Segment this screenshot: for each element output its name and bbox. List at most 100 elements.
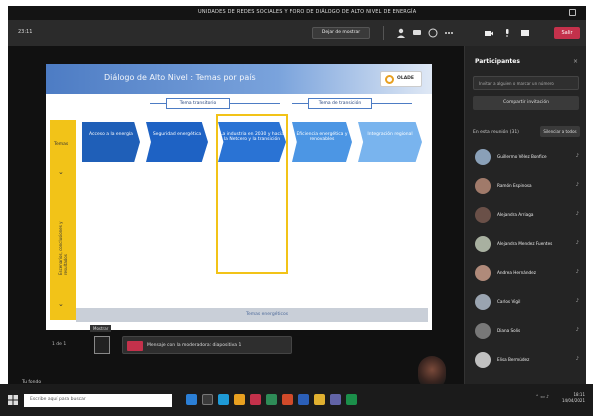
window-title: UNIDADES DE REDES SOCIALES Y FORO DE DIÁ…	[198, 9, 417, 15]
title-bar: UNIDADES DE REDES SOCIALES Y FORO DE DIÁ…	[8, 6, 586, 20]
browser-icon[interactable]	[218, 394, 229, 405]
share-tray-icon[interactable]	[520, 28, 530, 38]
live-badge-icon	[127, 341, 143, 351]
slide-title: Diálogo de Alto Nivel : Temas por país	[104, 73, 256, 82]
system-tray[interactable]: ⌃ ▭ ♪	[535, 395, 549, 400]
edge-icon[interactable]	[202, 394, 213, 405]
leave-button[interactable]: Salir	[554, 27, 580, 39]
more-options-icon[interactable]	[444, 28, 454, 38]
microphone-icon: ♪	[575, 356, 579, 362]
microphone-icon: ♪	[575, 153, 579, 159]
microphone-icon: ♪	[575, 240, 579, 246]
chevron-down-icon: ⌄	[58, 168, 64, 176]
shared-content-stage: Diálogo de Alto Nivel : Temas por país O…	[8, 46, 464, 404]
stage-box-5: Integración regional	[358, 122, 422, 162]
participants-icon[interactable]	[396, 28, 406, 38]
logo-text: OLADE	[397, 76, 414, 81]
left-strip-label: Temas	[54, 142, 69, 147]
file-explorer-icon[interactable]	[234, 394, 245, 405]
word-icon[interactable]	[298, 394, 309, 405]
toolbar-divider	[383, 26, 384, 40]
participant-name: Guillermo Vélez Bonfice	[497, 154, 547, 159]
avatar	[475, 236, 491, 252]
avatar	[475, 323, 491, 339]
slide-bottom-bar: Temas energéticos	[76, 308, 428, 322]
close-icon[interactable]: ×	[573, 58, 578, 65]
avatar	[475, 294, 491, 310]
participant-name: Andrea Hernández	[497, 270, 536, 275]
window-restore-icon[interactable]	[569, 9, 576, 16]
participant-row[interactable]: Guillermo Vélez Bonfice ♪	[471, 144, 583, 173]
bottom-bar-label: Temas energéticos	[246, 312, 289, 317]
participant-row[interactable]: Andrea Hernández ♪	[471, 260, 583, 289]
participant-name: Alejandra Arriaga	[497, 212, 534, 217]
stage-box-2: Seguridad energética	[146, 122, 208, 162]
presenter-controls: 1 de 1 Mensaje con la moderadora: diapos…	[44, 334, 424, 358]
meeting-window: UNIDADES DE REDES SOCIALES Y FORO DE DIÁ…	[8, 6, 586, 404]
participant-name: Elisa Bermúdez	[497, 357, 530, 362]
microphone-icon: ♪	[575, 298, 579, 304]
stage-box-1: Acceso a la energía	[82, 122, 140, 162]
tooltip: Mostrar	[90, 325, 112, 332]
participant-row[interactable]: Alejandra Mendez Fuentes ♪	[471, 231, 583, 260]
shared-slide: Diálogo de Alto Nivel : Temas por país O…	[46, 64, 432, 330]
participant-name: Diana Solis	[497, 328, 521, 333]
left-strip: Temas ⌄ Escenarios, conclusiones y resul…	[50, 120, 76, 320]
bracket-label-left: Tema transitorio	[166, 98, 230, 109]
participant-row[interactable]: Elisa Bermúdez ♪	[471, 347, 583, 376]
microphone-icon: ♪	[575, 269, 579, 275]
participant-row[interactable]: Carlos Vigil ♪	[471, 289, 583, 318]
task-view-icon[interactable]	[186, 394, 197, 405]
bracket-label-right: Tema de transición	[308, 98, 372, 109]
panel-title: Participantes	[475, 58, 520, 65]
left-vertical-label: Escenarios, conclusiones y resultados	[58, 221, 68, 275]
chevron-down-icon: ⌄	[58, 300, 64, 308]
participant-row[interactable]: Diana Solis ♪	[471, 318, 583, 347]
presenter-message-text: Mensaje con la moderadora: diapositiva 1	[147, 343, 242, 348]
folder-icon[interactable]	[314, 394, 325, 405]
share-invite-button[interactable]: Compartir invitación	[473, 96, 579, 110]
microphone-icon[interactable]	[502, 28, 512, 38]
teams-icon[interactable]	[330, 394, 341, 405]
windows-taskbar: Escribe aquí para buscar ⌃ ▭ ♪ 18:11 14/…	[0, 384, 593, 416]
taskbar-clock[interactable]: 18:11 14/04/2021	[562, 392, 585, 404]
microphone-icon: ♪	[575, 211, 579, 217]
slide-thumbnail[interactable]	[94, 336, 110, 354]
taskbar-search-input[interactable]: Escribe aquí para buscar	[24, 394, 172, 407]
windows-start-icon[interactable]	[8, 395, 18, 405]
page-indicator: 1 de 1	[52, 342, 67, 347]
participant-name: Alejandra Mendez Fuentes	[497, 241, 553, 246]
microphone-icon: ♪	[575, 182, 579, 188]
participant-row[interactable]: Alejandra Arriaga ♪	[471, 202, 583, 231]
stop-sharing-button[interactable]: Dejar de mostrar	[312, 27, 370, 39]
slide-header: Diálogo de Alto Nivel : Temas por país O…	[46, 64, 432, 94]
stage-box-4: Eficiencia energética y renovables	[292, 122, 352, 162]
app-icon[interactable]	[250, 394, 261, 405]
avatar	[475, 352, 491, 368]
avatar	[475, 178, 491, 194]
presenter-message[interactable]: Mensaje con la moderadora: diapositiva 1	[122, 336, 292, 354]
participant-name: Carlos Vigil	[497, 299, 521, 304]
invite-input[interactable]: Invitar a alguien o marcar un número	[473, 76, 579, 90]
app-icon[interactable]	[266, 394, 277, 405]
participant-list: Guillermo Vélez Bonfice ♪ Ramón Espinosa ♪…	[471, 144, 583, 376]
mute-all-button[interactable]: Silenciar a todos	[540, 126, 580, 137]
clock-date: 14/04/2021	[561, 398, 585, 403]
powerpoint-icon[interactable]	[282, 394, 293, 405]
avatar	[475, 149, 491, 165]
logo-ring-icon	[385, 75, 394, 84]
section-label: En esta reunión (31)	[473, 130, 519, 135]
microphone-icon: ♪	[575, 327, 579, 333]
reactions-icon[interactable]	[428, 28, 438, 38]
olade-logo: OLADE	[380, 71, 422, 87]
chat-icon[interactable]	[412, 28, 422, 38]
avatar	[475, 265, 491, 281]
highlighted-column	[216, 114, 288, 274]
meeting-timer: 23:11	[18, 29, 33, 35]
participant-row[interactable]: Ramón Espinosa ♪	[471, 173, 583, 202]
excel-icon[interactable]	[346, 394, 357, 405]
participants-panel: Participantes × Invitar a alguien o marc…	[464, 46, 586, 404]
camera-icon[interactable]	[484, 28, 494, 38]
avatar	[475, 207, 491, 223]
meeting-toolbar: 23:11 Dejar de mostrar Salir	[8, 20, 586, 46]
